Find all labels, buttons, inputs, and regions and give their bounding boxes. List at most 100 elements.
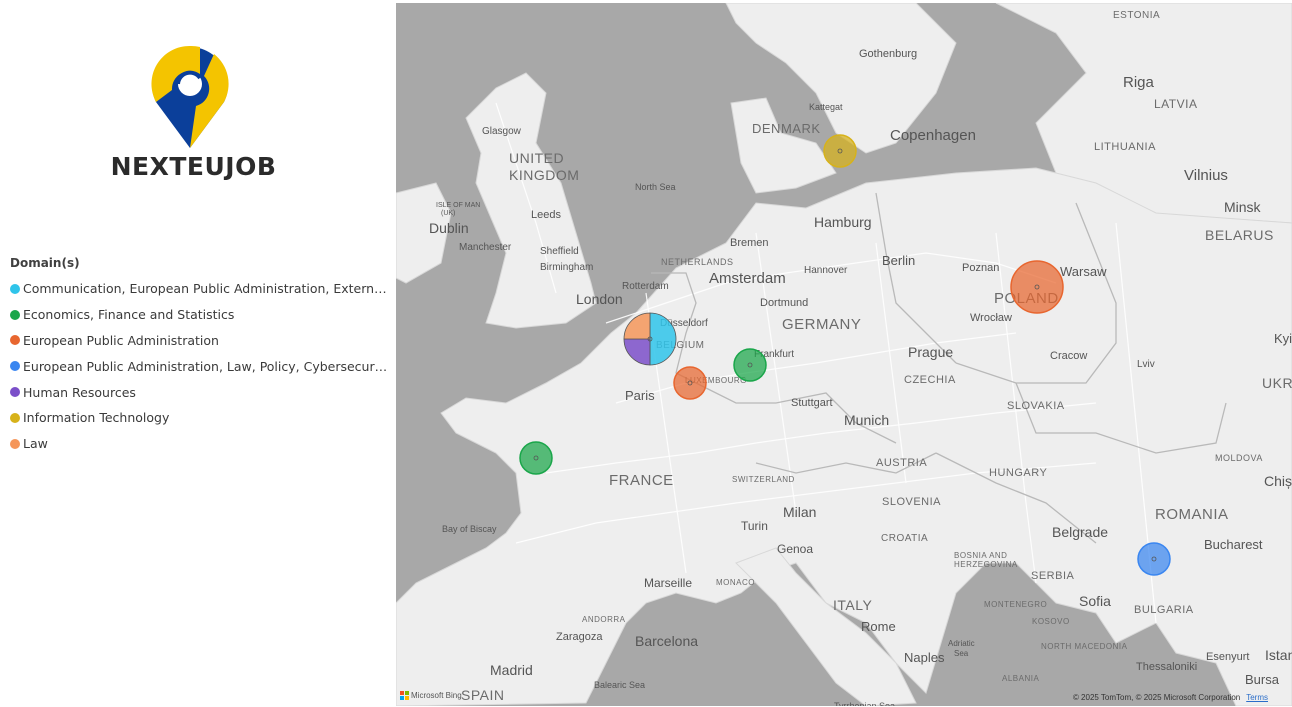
map-label-biscay: Bay of Biscay <box>442 524 497 534</box>
map-label-belarus: BELARUS <box>1205 227 1274 243</box>
map-bubble-france-west-[interactable] <box>519 441 553 475</box>
map-label-montenegro: MONTENEGRO <box>984 600 1047 609</box>
map-label-manchester: Manchester <box>459 242 512 253</box>
nexteujob-logo: NEXTEUJOB <box>96 40 291 190</box>
map-label-serbia: SERBIA <box>1031 570 1075 582</box>
map-label-spain: SPAIN <box>461 687 504 703</box>
map-label-monaco: MONACO <box>716 578 755 587</box>
bing-label: Microsoft Bing <box>411 691 462 700</box>
map-label-balearic: Balearic Sea <box>594 680 645 690</box>
map-view[interactable]: ESTONIA Riga LATVIA Gothenburg Kattegat DENMA… <box>396 3 1292 706</box>
map-label-hannover: Hannover <box>804 265 848 276</box>
legend-dot-icon <box>10 283 20 294</box>
legend-item[interactable]: Information Technology <box>10 405 390 431</box>
map-label-barcelona: Barcelona <box>635 633 698 649</box>
map-label-paris: Paris <box>625 388 655 403</box>
legend-dot-icon <box>10 361 20 372</box>
map-label-switzerland: SWITZERLAND <box>732 475 795 484</box>
map-label-warsaw: Warsaw <box>1060 264 1107 279</box>
legend-label: Law <box>23 436 48 452</box>
map-label-marseille: Marseille <box>644 576 692 590</box>
legend-item[interactable]: Communication, European Public Administr… <box>10 276 390 302</box>
map-label-andorra: ANDORRA <box>582 615 626 624</box>
map-label-glasgow: Glasgow <box>482 126 522 137</box>
map-label-isleofman1: ISLE OF MAN <box>436 202 480 209</box>
map-label-romania: ROMANIA <box>1155 506 1229 523</box>
bubble-slice[interactable] <box>1010 260 1064 314</box>
map-label-birmingham: Birmingham <box>540 262 593 273</box>
map-label-isleofman2: (UK) <box>441 210 455 217</box>
legend-label: Human Resources <box>23 384 136 400</box>
legend-dot-icon <box>10 412 20 423</box>
map-label-uk1: UNITED <box>509 150 564 166</box>
legend-item[interactable]: European Public Administration <box>10 328 390 354</box>
map-label-turin: Turin <box>741 519 768 533</box>
map-bubble-luxembourg[interactable] <box>673 366 707 400</box>
map-label-bremen: Bremen <box>730 237 769 249</box>
map-label-naples: Naples <box>904 650 945 665</box>
microsoft-logo-icon <box>400 691 409 700</box>
legend-label: European Public Administration, Law, Pol… <box>23 358 390 374</box>
map-label-lithuania: LITHUANIA <box>1094 141 1156 153</box>
map-label-wroclaw: Wrocław <box>970 312 1012 324</box>
map-label-france: FRANCE <box>609 472 674 489</box>
map-label-milan: Milan <box>783 504 816 520</box>
map-label-stuttgart: Stuttgart <box>791 397 833 409</box>
map-label-vilnius: Vilnius <box>1184 167 1228 184</box>
terms-link[interactable]: Terms <box>1246 693 1268 702</box>
map-label-northmacedonia: NORTH MACEDONIA <box>1041 642 1128 651</box>
map-label-thessaloniki: Thessaloniki <box>1136 661 1197 673</box>
map-label-chisinau: Chișinău <box>1264 473 1292 489</box>
map-label-tyrrhenian: Tyrrhenian Sea <box>834 701 895 706</box>
map-label-kosovo: KOSOVO <box>1032 617 1070 626</box>
map-label-hungary: HUNGARY <box>989 467 1047 479</box>
legend-dot-icon <box>10 387 20 398</box>
map-label-czechia: CZECHIA <box>904 374 956 386</box>
map-label-adriatic1: Adriatic <box>948 639 975 648</box>
bubble-slice[interactable] <box>733 348 767 382</box>
map-label-austria: AUSTRIA <box>876 457 927 469</box>
map-canvas[interactable]: ESTONIA Riga LATVIA Gothenburg Kattegat DENMA… <box>396 3 1292 706</box>
legend-item[interactable]: Law <box>10 431 390 457</box>
bubble-slice[interactable] <box>823 134 857 168</box>
map-label-kattegat: Kattegat <box>809 102 843 112</box>
map-pin-logo-icon <box>151 45 229 148</box>
legend-item[interactable]: European Public Administration, Law, Pol… <box>10 353 390 379</box>
left-panel: NEXTEUJOB Domain(s) Communication, Europ… <box>0 0 396 707</box>
map-label-croatia: CROATIA <box>881 533 928 544</box>
map-bubble-frankfurt[interactable] <box>733 348 767 382</box>
map-bubble-warsaw[interactable] <box>1010 260 1064 314</box>
map-label-ukraine: UKRAINE <box>1262 375 1292 391</box>
legend-items: Communication, European Public Administr… <box>10 276 390 457</box>
map-label-bursa: Bursa <box>1245 672 1280 687</box>
map-copyright: © 2025 TomTom, © 2025 Microsoft Corporat… <box>1073 693 1268 702</box>
legend-dot-icon <box>10 335 20 346</box>
map-label-estonia: ESTONIA <box>1113 10 1160 21</box>
map-label-leeds: Leeds <box>531 209 561 221</box>
legend-item[interactable]: Human Resources <box>10 379 390 405</box>
map-label-genoa: Genoa <box>777 542 813 556</box>
map-label-gothenburg: Gothenburg <box>859 48 917 60</box>
map-label-sheffield: Sheffield <box>540 246 579 257</box>
map-bubble-brussels[interactable] <box>623 312 677 366</box>
bubble-slice[interactable] <box>519 441 553 475</box>
map-label-bulgaria: BULGARIA <box>1134 604 1194 616</box>
legend-item[interactable]: Economics, Finance and Statistics <box>10 302 390 328</box>
map-label-latvia: LATVIA <box>1154 97 1197 111</box>
map-label-bosnia2: HERZEGOVINA <box>954 560 1018 569</box>
map-bubble-copenhagen[interactable] <box>823 134 857 168</box>
map-label-minsk: Minsk <box>1224 199 1262 215</box>
map-label-bucharest: Bucharest <box>1204 537 1263 552</box>
legend-dot-icon <box>10 309 20 320</box>
legend-dot-icon <box>10 438 20 449</box>
map-label-dublin: Dublin <box>429 220 469 236</box>
map-label-berlin: Berlin <box>882 253 915 268</box>
bubble-slice[interactable] <box>1137 542 1171 576</box>
map-label-albania: ALBANIA <box>1002 674 1039 683</box>
map-label-zaragoza: Zaragoza <box>556 631 603 643</box>
map-label-madrid: Madrid <box>490 662 533 678</box>
map-label-germany: GERMANY <box>782 316 861 333</box>
map-bubble-bucharest[interactable] <box>1137 542 1171 576</box>
legend-label: Economics, Finance and Statistics <box>23 307 235 323</box>
bubble-slice[interactable] <box>673 366 707 400</box>
